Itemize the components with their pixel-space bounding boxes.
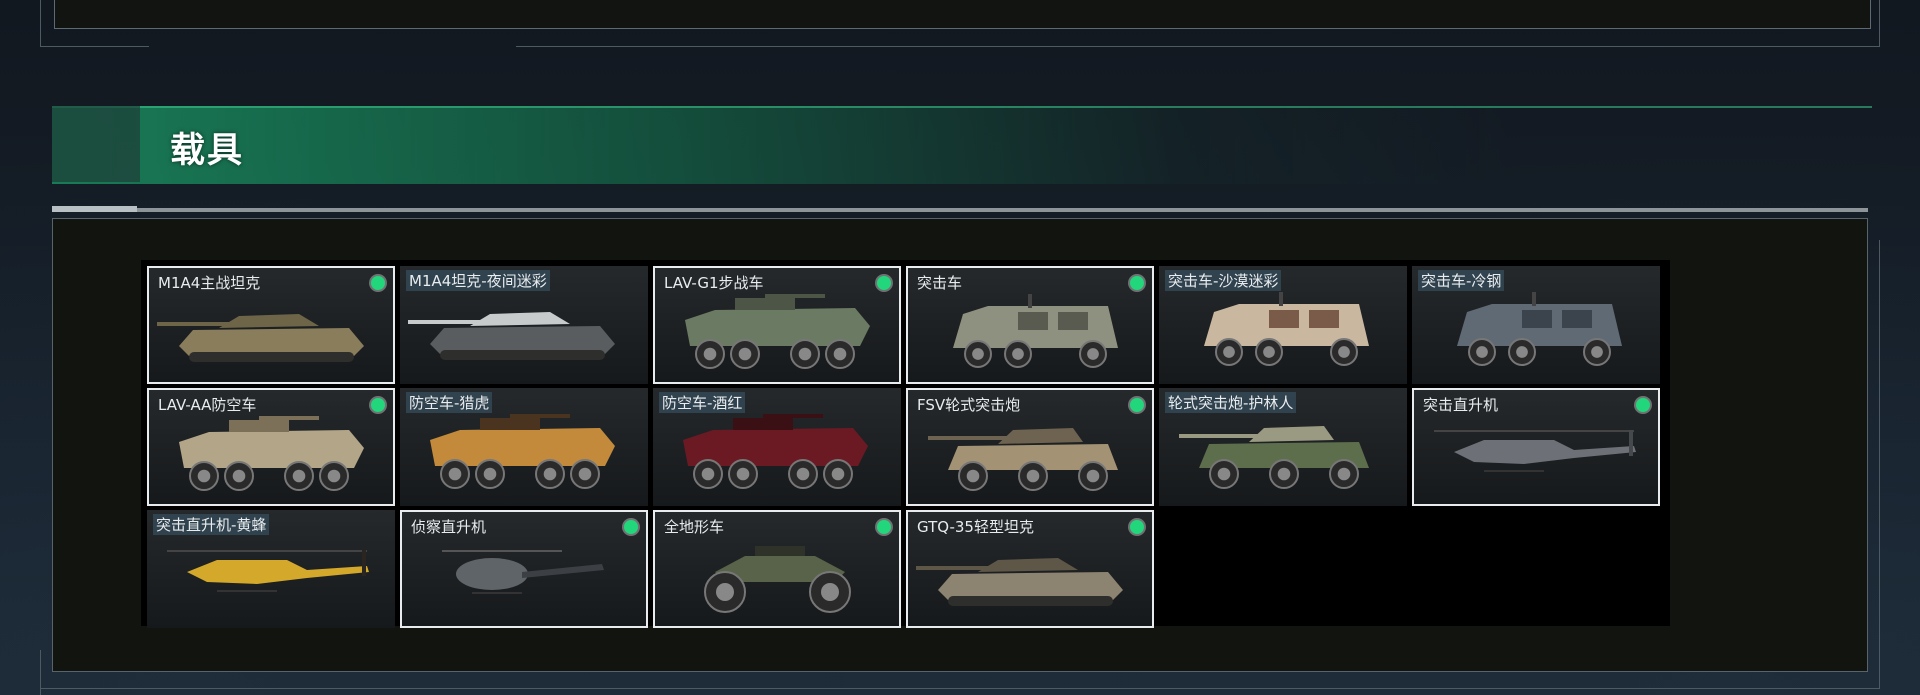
vehicle-card[interactable]: 侦察直升机: [400, 510, 648, 628]
vehicle-card[interactable]: LAV-AA防空车: [147, 388, 395, 506]
section-divider-accent: [52, 206, 137, 212]
owned-status-dot: [624, 520, 638, 534]
vehicle-card[interactable]: M1A4坦克-夜间迷彩: [400, 266, 648, 384]
owned-status-dot: [1130, 398, 1144, 412]
vehicle-card[interactable]: 轮式突击炮-护林人: [1159, 388, 1407, 506]
vehicle-name: M1A4主战坦克: [158, 274, 261, 292]
vehicle-card[interactable]: GTQ-35轻型坦克: [906, 510, 1154, 628]
vehicle-card[interactable]: LAV-G1步战车: [653, 266, 901, 384]
vehicle-name: 突击车-冷钢: [1418, 270, 1505, 291]
section-header-bar: [52, 106, 1872, 184]
vehicle-card[interactable]: 全地形车: [653, 510, 901, 628]
frame-line-top: [516, 46, 1880, 47]
frame-line-bottom: [40, 688, 1880, 689]
previous-section-panel: [54, 0, 1871, 29]
vehicle-card[interactable]: 突击车-冷钢: [1412, 266, 1660, 384]
vehicle-card[interactable]: FSV轮式突击炮: [906, 388, 1154, 506]
vehicle-name: LAV-AA防空车: [158, 396, 257, 414]
vehicle-name: GTQ-35轻型坦克: [917, 518, 1034, 536]
vehicle-card[interactable]: 防空车-猎虎: [400, 388, 648, 506]
vehicle-name: 轮式突击炮-护林人: [1165, 392, 1297, 413]
owned-status-dot: [1130, 520, 1144, 534]
owned-status-dot: [877, 520, 891, 534]
section-divider: [52, 208, 1868, 212]
vehicle-name: 突击车: [917, 274, 963, 292]
vehicle-grid: M1A4主战坦克 M1A4坦克-夜间迷彩 LAV-G1步战车 突击车 突击车-沙…: [141, 260, 1670, 628]
owned-status-dot: [371, 276, 385, 290]
section-header-stub: [52, 106, 140, 182]
vehicle-name: 突击直升机: [1423, 396, 1499, 414]
vehicle-name: 突击车-沙漠迷彩: [1165, 270, 1282, 291]
owned-status-dot: [371, 398, 385, 412]
section-title: 载具: [170, 131, 245, 171]
frame-line-right: [1879, 0, 1880, 46]
vehicle-card[interactable]: M1A4主战坦克: [147, 266, 395, 384]
vehicle-name: 突击直升机-黄蜂: [153, 514, 270, 535]
vehicle-card[interactable]: 防空车-酒红: [653, 388, 901, 506]
vehicle-card[interactable]: 突击直升机: [1412, 388, 1660, 506]
frame-line-right-lower: [1879, 240, 1880, 688]
vehicle-card[interactable]: 突击车-沙漠迷彩: [1159, 266, 1407, 384]
vehicle-card[interactable]: 突击车: [906, 266, 1154, 384]
vehicle-name: FSV轮式突击炮: [917, 396, 1021, 414]
vehicle-name: 防空车-猎虎: [406, 392, 493, 413]
vehicle-card[interactable]: 突击直升机-黄蜂: [147, 510, 395, 628]
vehicle-name: 全地形车: [664, 518, 725, 536]
vehicle-name: 侦察直升机: [411, 518, 487, 536]
owned-status-dot: [1130, 276, 1144, 290]
owned-status-dot: [877, 276, 891, 290]
owned-status-dot: [1636, 398, 1650, 412]
vehicle-name: 防空车-酒红: [659, 392, 746, 413]
vehicle-name: M1A4坦克-夜间迷彩: [406, 270, 550, 291]
frame-corner-left: [40, 0, 149, 47]
vehicle-name: LAV-G1步战车: [664, 274, 764, 292]
